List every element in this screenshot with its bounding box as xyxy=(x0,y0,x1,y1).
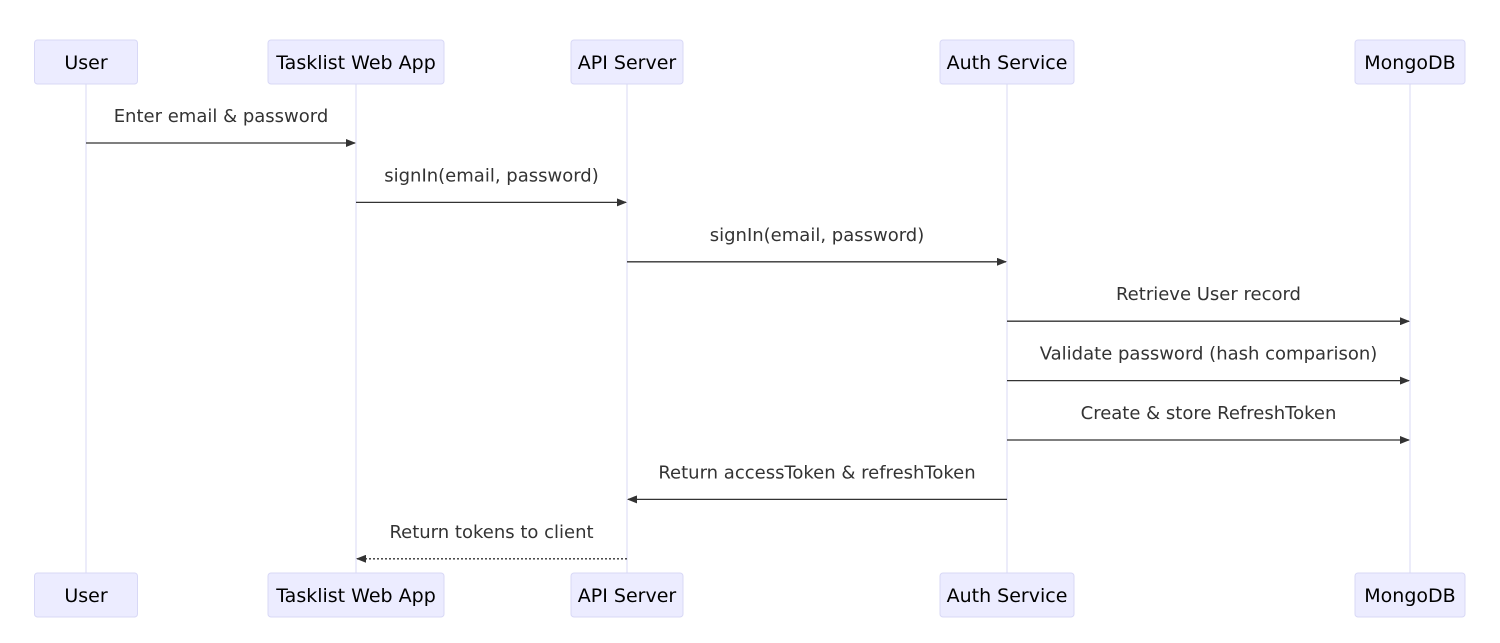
message-3: signIn(email, password) xyxy=(627,225,1007,266)
message-5: Validate password (hash comparison) xyxy=(1007,344,1410,385)
message-label: Validate password (hash comparison) xyxy=(1040,344,1378,365)
actor-api-top[interactable]: API Server xyxy=(570,39,684,85)
actor-user-top[interactable]: User xyxy=(34,39,138,85)
message-7: Return accessToken & refreshToken xyxy=(627,462,1007,504)
message-label: Create & store RefreshToken xyxy=(1081,403,1337,424)
actor-label: Auth Service xyxy=(947,52,1068,74)
message-label: signIn(email, password) xyxy=(710,225,925,246)
actor-mongo-bottom[interactable]: MongoDB xyxy=(1354,572,1466,618)
message-label: Enter email & password xyxy=(114,106,329,127)
actor-label: MongoDB xyxy=(1364,585,1455,607)
message-label: Return accessToken & refreshToken xyxy=(658,462,975,483)
message-label: signIn(email, password) xyxy=(384,165,599,186)
actor-label: MongoDB xyxy=(1364,52,1455,74)
message-2: signIn(email, password) xyxy=(356,165,627,207)
actor-label: Tasklist Web App xyxy=(275,52,436,74)
actor-mongo-top[interactable]: MongoDB xyxy=(1354,39,1466,85)
actor-webapp-top[interactable]: Tasklist Web App xyxy=(267,39,445,85)
actor-label: API Server xyxy=(578,585,677,607)
message-label: Retrieve User record xyxy=(1116,284,1301,305)
actor-user-bottom[interactable]: User xyxy=(34,572,138,618)
message-4: Retrieve User record xyxy=(1007,284,1410,326)
actor-auth-bottom[interactable]: Auth Service xyxy=(939,572,1075,618)
message-1: Enter email & password xyxy=(86,106,356,147)
message-label: Return tokens to client xyxy=(389,522,593,543)
sequence-diagram: User Tasklist Web App API Server Auth Servi… xyxy=(34,39,1466,618)
actor-label: User xyxy=(64,52,107,74)
actor-label: API Server xyxy=(578,52,677,74)
message-8: Return tokens to client xyxy=(356,522,627,563)
actor-webapp-bottom[interactable]: Tasklist Web App xyxy=(267,572,445,618)
message-6: Create & store RefreshToken xyxy=(1007,403,1410,444)
actor-api-bottom[interactable]: API Server xyxy=(570,572,684,618)
actor-label: User xyxy=(64,585,107,607)
actor-label: Auth Service xyxy=(947,585,1068,607)
actor-label: Tasklist Web App xyxy=(275,585,436,607)
actor-auth-top[interactable]: Auth Service xyxy=(939,39,1075,85)
